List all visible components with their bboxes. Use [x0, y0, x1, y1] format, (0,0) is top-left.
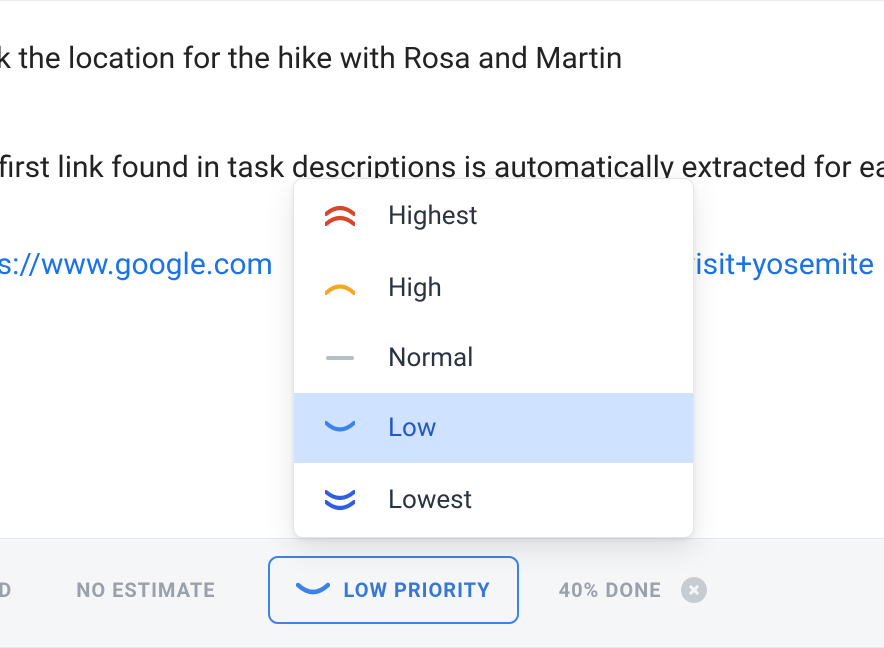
- progress-button[interactable]: 40% DONE: [559, 577, 708, 603]
- priority-option-normal[interactable]: Normal: [294, 323, 693, 393]
- priority-option-lowest[interactable]: Lowest: [294, 463, 693, 537]
- priority-option-label: Lowest: [388, 485, 665, 515]
- priority-option-low[interactable]: Low: [294, 393, 693, 463]
- priority-dropdown[interactable]: Highest High Normal Low: [293, 178, 694, 538]
- priority-button[interactable]: LOW PRIORITY: [268, 556, 519, 624]
- footer-pill-truncated[interactable]: ED: [0, 578, 12, 602]
- link-text-right[interactable]: visit+yosemite: [681, 247, 874, 282]
- priority-option-label: Low: [388, 413, 665, 443]
- link-text-left[interactable]: tps://www.google.com: [0, 247, 273, 282]
- chevron-down-icon: [322, 420, 358, 436]
- estimate-label: NO ESTIMATE: [76, 578, 215, 602]
- estimate-button[interactable]: NO ESTIMATE: [76, 578, 215, 602]
- task-title: ck the location for the hike with Rosa a…: [0, 41, 884, 76]
- priority-option-label: Highest: [388, 201, 665, 231]
- double-chevron-down-icon: [322, 488, 358, 512]
- priority-button-label: LOW PRIORITY: [344, 578, 491, 602]
- dash-icon: [322, 356, 358, 360]
- clear-icon[interactable]: [681, 577, 707, 603]
- footer-pill-label: ED: [0, 578, 12, 602]
- progress-label: 40% DONE: [559, 578, 662, 602]
- chevron-down-icon: [296, 582, 330, 598]
- priority-option-highest[interactable]: Highest: [294, 179, 693, 253]
- priority-option-label: High: [388, 273, 665, 303]
- task-footer-toolbar: ED NO ESTIMATE LOW PRIORITY 40% DONE: [0, 538, 884, 648]
- chevron-up-icon: [322, 280, 358, 296]
- double-chevron-up-icon: [322, 204, 358, 228]
- priority-option-label: Normal: [388, 343, 665, 373]
- priority-option-high[interactable]: High: [294, 253, 693, 323]
